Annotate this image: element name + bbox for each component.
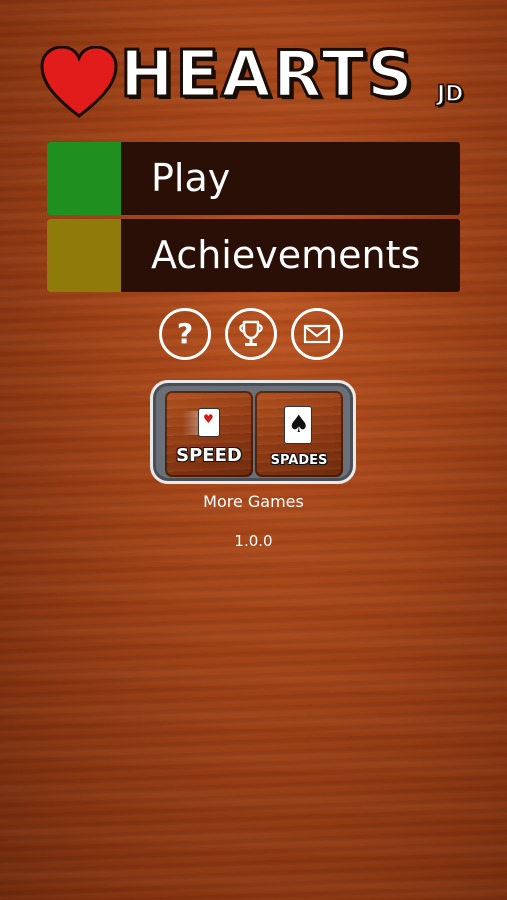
spades-game-tile[interactable]: ♠ SPADES [255, 391, 343, 477]
heart-icon [40, 46, 118, 118]
achievements-button[interactable]: Achievements [47, 219, 460, 292]
speed-game-tile[interactable]: ♥ SPEED [165, 391, 253, 477]
heart-suit-icon: ♥ [203, 412, 214, 426]
more-games-link[interactable]: More Games [0, 492, 507, 511]
speed-label: SPEED [176, 445, 242, 466]
play-button[interactable]: Play [47, 142, 460, 215]
question-icon: ? [176, 317, 194, 350]
help-button[interactable]: ? [159, 308, 211, 360]
play-color-swatch [47, 142, 121, 215]
version-label: 1.0.0 [234, 532, 273, 550]
logo-wordmark: HEARTS [119, 37, 415, 114]
play-label: Play [151, 156, 231, 200]
spade-suit-icon: ♠ [288, 410, 310, 438]
mail-button[interactable] [291, 308, 343, 360]
achievements-color-swatch [47, 219, 121, 292]
trophy-button[interactable] [225, 308, 277, 360]
spades-label: SPADES [270, 453, 328, 468]
card-icon: ♥ [199, 409, 219, 436]
app-logo: HEARTS JD [40, 37, 470, 120]
mail-icon [303, 324, 331, 344]
more-games-panel: ♥ SPEED ♠ SPADES [150, 380, 356, 484]
icon-button-row: ? [159, 308, 351, 364]
trophy-icon [239, 320, 263, 346]
achievements-label: Achievements [151, 233, 421, 277]
card-icon: ♠ [285, 407, 311, 443]
logo-suffix: JD [436, 81, 464, 108]
